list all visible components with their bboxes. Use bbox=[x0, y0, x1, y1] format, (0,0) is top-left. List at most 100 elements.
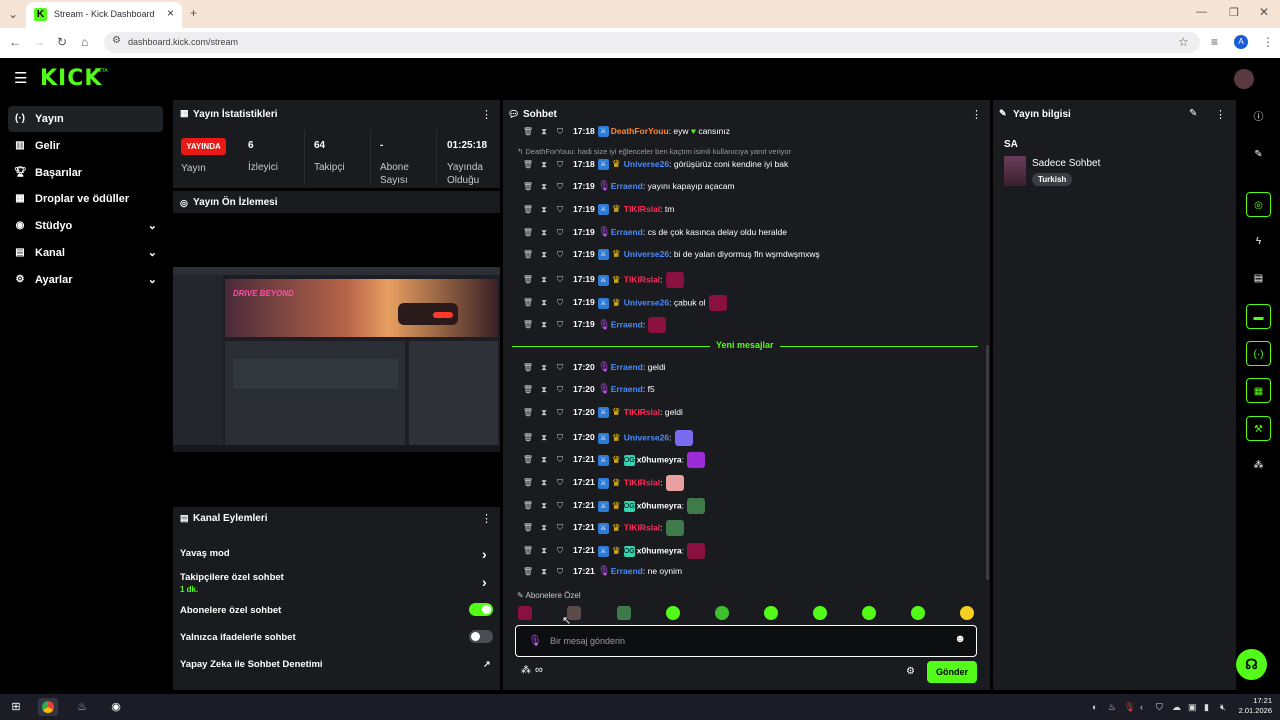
delete-message-icon[interactable]: 🗑︎ bbox=[521, 523, 535, 532]
ban-icon[interactable]: ⛉ bbox=[553, 275, 567, 285]
timeout-icon[interactable]: ⧗ bbox=[537, 523, 551, 533]
delete-message-icon[interactable]: 🗑︎ bbox=[521, 127, 535, 136]
timeout-icon[interactable]: ⧗ bbox=[537, 567, 551, 577]
ban-icon[interactable]: ⛉ bbox=[553, 408, 567, 418]
emote-slot[interactable] bbox=[764, 606, 778, 620]
site-info-icon[interactable]: ⚙ bbox=[112, 35, 121, 46]
sidebar-item-basarilar[interactable]: 🏆︎ Başarılar bbox=[8, 160, 163, 186]
timeout-icon[interactable]: ⧗ bbox=[537, 182, 551, 192]
back-icon[interactable]: ← bbox=[9, 35, 21, 49]
profile-avatar[interactable]: A bbox=[1234, 35, 1248, 49]
lightning-icon[interactable]: ϟ bbox=[1246, 229, 1271, 254]
delete-message-icon[interactable]: 🗑︎ bbox=[521, 182, 535, 191]
timeout-icon[interactable]: ⧗ bbox=[537, 127, 551, 137]
timeout-icon[interactable]: ⧗ bbox=[537, 433, 551, 443]
restore-icon[interactable]: ❐ bbox=[1229, 6, 1239, 19]
ban-icon[interactable]: ⛉ bbox=[553, 523, 567, 533]
emote-slot[interactable] bbox=[617, 606, 631, 620]
emoji-picker-icon[interactable]: ☻ bbox=[954, 633, 966, 645]
chat-username[interactable]: Universe26 bbox=[624, 297, 669, 307]
kick-logo[interactable]: KICK bbox=[40, 66, 102, 91]
tray-app-icon[interactable]: ◐ bbox=[1092, 702, 1097, 712]
chat-username[interactable]: Erraend bbox=[611, 362, 643, 372]
chat-username[interactable]: Erraend bbox=[611, 384, 643, 394]
chat-username[interactable]: DeathForYouu bbox=[611, 126, 669, 136]
chat-message[interactable]: 🗑︎ ⧗ ⛉ 17:21 🎙︎Erraend: ne oynim bbox=[521, 566, 682, 584]
actions-menu-icon[interactable]: ⋮ bbox=[481, 512, 492, 525]
emotes-only-toggle[interactable] bbox=[469, 630, 493, 643]
chat-username[interactable]: Erraend bbox=[611, 227, 643, 237]
chat-message[interactable]: 🗑︎ ⧗ ⛉ 17:19 🎙︎Erraend: yayını kapayıp açaca… bbox=[521, 181, 735, 199]
chat-username[interactable]: Universe26 bbox=[624, 432, 669, 442]
ban-icon[interactable]: ⛉ bbox=[553, 567, 567, 577]
window-close-icon[interactable]: ✕ bbox=[1259, 5, 1269, 19]
pen-icon[interactable]: ✎ bbox=[1246, 142, 1271, 167]
home-icon[interactable]: ⌂ bbox=[81, 35, 88, 49]
subs-only-toggle[interactable] bbox=[469, 603, 493, 616]
delete-message-icon[interactable]: 🗑︎ bbox=[521, 250, 535, 259]
tray-volume-icon[interactable]: 🔇︎ bbox=[1220, 702, 1226, 713]
chat-username[interactable]: TIKIRslal bbox=[624, 204, 660, 214]
emote-slot[interactable] bbox=[666, 606, 680, 620]
delete-message-icon[interactable]: 🗑︎ bbox=[521, 160, 535, 169]
chat-message[interactable]: 🗑︎ ⧗ ⛉ 17:19 ⚔ ♛ Universe26: çabuk ol bbox=[521, 295, 727, 313]
ai-moderation-row[interactable]: Yapay Zeka ile Sohbet Denetimi ↗ bbox=[180, 659, 495, 670]
delete-message-icon[interactable]: 🗑︎ bbox=[521, 567, 535, 576]
chat-message[interactable]: 🗑︎ ⧗ ⛉ 17:21 ⚔ ♛ OG x0humeyra: bbox=[521, 452, 706, 470]
ban-icon[interactable]: ⛉ bbox=[553, 205, 567, 215]
chat-message[interactable]: 🗑︎ ⧗ ⛉ 17:18 ⚔ DeathForYouu: eyw ♥ cansınız bbox=[521, 126, 730, 144]
timeout-icon[interactable]: ⧗ bbox=[537, 298, 551, 308]
chat-toggle-icon[interactable]: ▬ bbox=[1246, 304, 1271, 329]
chat-message[interactable]: 🗑︎ ⧗ ⛉ 17:19 🎙︎Erraend: cs de çok kasınca de… bbox=[521, 227, 787, 245]
send-button[interactable]: Gönder bbox=[927, 661, 977, 683]
ban-icon[interactable]: ⛉ bbox=[553, 320, 567, 330]
tray-shield-icon[interactable]: ⛉ bbox=[1156, 702, 1163, 713]
ban-icon[interactable]: ⛉ bbox=[553, 433, 567, 443]
timeout-icon[interactable]: ⧗ bbox=[537, 228, 551, 238]
channel-points-icon[interactable]: ⁂ bbox=[521, 665, 531, 676]
chat-username[interactable]: x0humeyra bbox=[637, 454, 682, 464]
category-name[interactable]: Sadece Sohbet bbox=[1032, 158, 1100, 169]
ban-icon[interactable]: ⛉ bbox=[553, 127, 567, 137]
stream-preview-image[interactable]: DRIVE BEYOND bbox=[173, 267, 500, 452]
timeout-icon[interactable]: ⧗ bbox=[537, 250, 551, 260]
chat-message[interactable]: 🗑︎ ⧗ ⛉ 17:21 ⚔ ♛ OG x0humeyra: bbox=[521, 498, 706, 516]
ban-icon[interactable]: ⛉ bbox=[553, 455, 567, 465]
timeout-icon[interactable]: ⧗ bbox=[537, 546, 551, 556]
points-icon[interactable]: ⁂ bbox=[1246, 453, 1271, 478]
steam-taskbar-icon[interactable]: ♨ bbox=[72, 698, 92, 716]
layout-toggle-icon[interactable]: ▦ bbox=[1246, 378, 1271, 403]
browser-tab[interactable]: K Stream - Kick Dashboard × bbox=[26, 2, 182, 28]
ban-icon[interactable]: ⛉ bbox=[553, 160, 567, 170]
delete-message-icon[interactable]: 🗑︎ bbox=[521, 385, 535, 394]
chat-username[interactable]: TIKIRslal bbox=[624, 407, 660, 417]
delete-message-icon[interactable]: 🗑︎ bbox=[521, 298, 535, 307]
bookmark-star-icon[interactable]: ☆ bbox=[1178, 35, 1189, 49]
broadcast-toggle-icon[interactable]: (·) bbox=[1246, 341, 1271, 366]
new-tab-icon[interactable]: + bbox=[190, 6, 197, 20]
taskbar-clock[interactable]: 17:21 2.01.2026 bbox=[1238, 696, 1272, 716]
minimize-icon[interactable]: — bbox=[1196, 6, 1207, 18]
sidebar-item-kanal[interactable]: ▤ Kanal ⌄ bbox=[8, 240, 163, 266]
category-thumbnail[interactable] bbox=[1004, 156, 1026, 186]
ban-icon[interactable]: ⛉ bbox=[553, 182, 567, 192]
tray-arrow-icon[interactable]: ‹ bbox=[1140, 702, 1143, 712]
info-icon[interactable]: ⓘ bbox=[1246, 105, 1271, 130]
ban-icon[interactable]: ⛉ bbox=[553, 546, 567, 556]
tray-steam-icon[interactable]: ♨ bbox=[1108, 702, 1116, 713]
support-icon[interactable]: ☊ bbox=[1236, 649, 1267, 680]
ban-icon[interactable]: ⛉ bbox=[553, 501, 567, 511]
slow-mode-row[interactable]: Yavaş mod › bbox=[180, 546, 495, 562]
chat-menu-icon[interactable]: ⋮ bbox=[971, 108, 982, 121]
emote-slot[interactable] bbox=[715, 606, 729, 620]
browser-menu-icon[interactable]: ⋮ bbox=[1262, 35, 1274, 49]
reading-list-icon[interactable]: ≡ bbox=[1211, 35, 1218, 49]
delete-message-icon[interactable]: 🗑︎ bbox=[521, 228, 535, 237]
delete-message-icon[interactable]: 🗑︎ bbox=[521, 408, 535, 417]
stats-menu-icon[interactable]: ⋮ bbox=[481, 108, 492, 121]
timeout-icon[interactable]: ⧗ bbox=[537, 455, 551, 465]
chat-message[interactable]: 🗑︎ ⧗ ⛉ 17:20 🎙︎Erraend: geldi bbox=[521, 362, 666, 380]
info-menu-icon[interactable]: ⋮ bbox=[1215, 108, 1226, 121]
ban-icon[interactable]: ⛉ bbox=[553, 250, 567, 260]
ban-icon[interactable]: ⛉ bbox=[553, 298, 567, 308]
